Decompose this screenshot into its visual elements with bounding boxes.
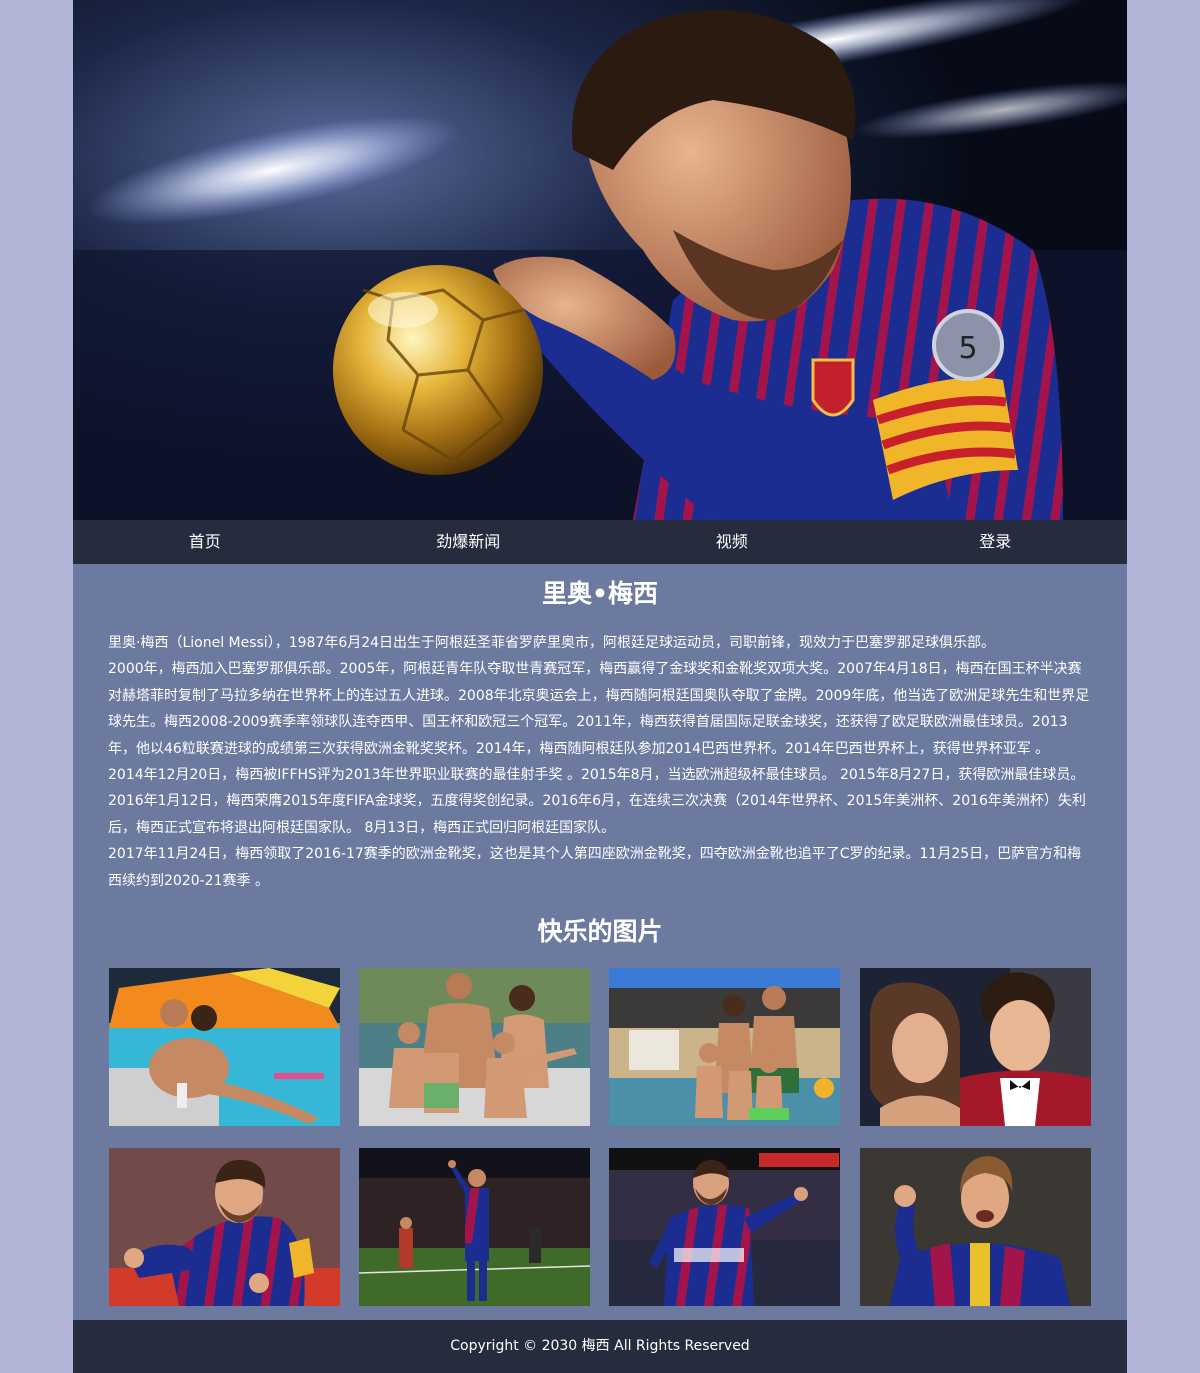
svg-text:5: 5 [958,331,977,366]
nav-item-news[interactable]: 劲爆新闻 [337,520,601,564]
bio-text: 里奥·梅西（Lionel Messi），1987年6月24日出生于阿根廷圣菲省罗… [108,630,1092,894]
bio-paragraph: 2017年11月24日，梅西领取了2016-17赛季的欧洲金靴奖，这也是其个人第… [108,846,1082,889]
gallery-photo-young-celebration[interactable] [860,1148,1091,1306]
page-title: 里奥•梅西 [542,579,658,608]
gallery-photo-pointing-rakuten[interactable] [609,1148,840,1306]
bio-paragraph: 2000年，梅西加入巴塞罗那俱乐部。2005年，阿根廷青年队夺取世青赛冠军，梅西… [108,661,1090,757]
nav-item-video[interactable]: 视频 [600,520,864,564]
hero-banner-image: 5 [73,0,1127,520]
gallery-photo-pitch-celebration[interactable] [359,1148,590,1306]
nav-item-login[interactable]: 登录 [864,520,1128,564]
gallery-photo-pool-couple[interactable] [109,968,340,1126]
gallery-photo-family-house[interactable] [609,968,840,1126]
nav-item-home[interactable]: 首页 [73,520,337,564]
main-nav: 首页 劲爆新闻 视频 登录 [73,520,1127,564]
gallery-photo-family-sea[interactable] [359,968,590,1126]
page-container: 5 首页 劲爆新闻 视频 登录 里奥•梅西 里奥·梅西（Lionel Messi… [73,0,1127,1373]
photos-section-title: 快乐的图片 [537,917,663,946]
bio-paragraph: 里奥·梅西（Lionel Messi），1987年6月24日出生于阿根廷圣菲省罗… [108,635,996,651]
gallery-photo-celebrating-pointing[interactable] [109,1148,340,1306]
footer-copyright: Copyright © 2030 梅西 All Rights Reserved [73,1320,1127,1373]
gallery-photo-couple-red-carpet[interactable] [860,968,1091,1126]
bio-paragraph: 2014年12月20日，梅西被IFFHS评为2013年世界职业联赛的最佳射手奖 … [108,767,1086,836]
